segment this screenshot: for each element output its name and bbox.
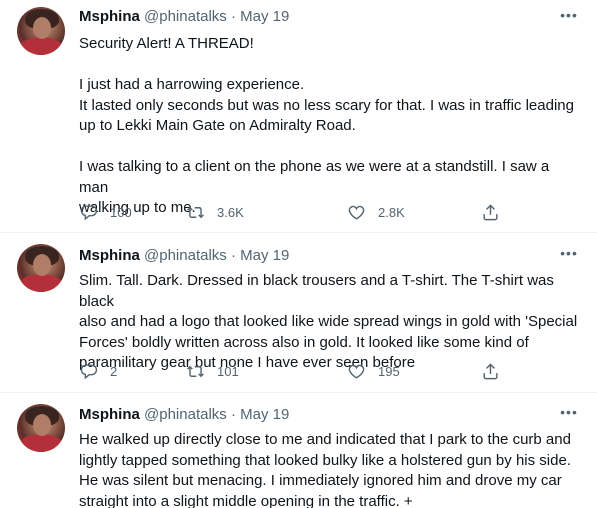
heart-icon: [348, 205, 365, 220]
heart-icon: [348, 364, 365, 379]
tweet-header: Msphina @phinatalks · May 19: [79, 405, 289, 425]
share-button[interactable]: [481, 200, 500, 224]
share-icon: [483, 203, 498, 220]
more-horizontal-icon[interactable]: •••: [559, 246, 579, 266]
share-button[interactable]: [481, 359, 500, 383]
display-name[interactable]: Msphina: [79, 406, 140, 423]
display-name[interactable]: Msphina: [79, 8, 140, 25]
tweet-text: Security Alert! A THREAD! I just had a h…: [79, 35, 574, 216]
reply-icon: [80, 204, 98, 220]
tweet[interactable]: Msphina @phinatalks · May 19 ••• He walk…: [0, 393, 597, 508]
tweet-header: Msphina @phinatalks · May 19: [79, 7, 289, 27]
reply-icon: [80, 363, 98, 379]
avatar[interactable]: [17, 404, 65, 452]
tweet-date[interactable]: May 19: [240, 8, 289, 25]
separator-dot: ·: [230, 8, 236, 25]
separator-dot: ·: [230, 406, 236, 423]
user-handle[interactable]: @phinatalks: [144, 247, 227, 264]
more-horizontal-icon[interactable]: •••: [559, 8, 579, 28]
tweet-actions: 100 3.6K 2.8K: [79, 200, 509, 224]
like-button[interactable]: 195: [347, 359, 400, 383]
more-horizontal-icon[interactable]: •••: [559, 405, 579, 425]
avatar[interactable]: [17, 244, 65, 292]
like-count: 195: [378, 363, 400, 379]
retweet-count: 3.6K: [217, 204, 244, 220]
separator-dot: ·: [230, 247, 236, 264]
reply-count: 2: [110, 363, 118, 379]
avatar[interactable]: [17, 7, 65, 55]
retweet-count: 101: [217, 363, 239, 379]
retweet-icon: [187, 206, 204, 218]
tweet-actions: 2 101 195: [79, 359, 509, 383]
user-handle[interactable]: @phinatalks: [144, 8, 227, 25]
tweet-header: Msphina @phinatalks · May 19: [79, 246, 289, 266]
retweet-button[interactable]: 101: [186, 359, 239, 383]
reply-count: 100: [110, 204, 132, 220]
user-handle[interactable]: @phinatalks: [144, 406, 227, 423]
reply-button[interactable]: 2: [79, 359, 117, 383]
tweet[interactable]: Msphina @phinatalks · May 19 ••• Slim. T…: [0, 233, 597, 393]
like-button[interactable]: 2.8K: [347, 200, 405, 224]
display-name[interactable]: Msphina: [79, 247, 140, 264]
share-icon: [483, 362, 498, 379]
like-count: 2.8K: [378, 204, 405, 220]
reply-button[interactable]: 100: [79, 200, 132, 224]
tweet-date[interactable]: May 19: [240, 406, 289, 423]
tweet-text: He walked up directly close to me and in…: [79, 431, 571, 508]
retweet-icon: [187, 365, 204, 377]
retweet-button[interactable]: 3.6K: [186, 200, 244, 224]
tweet-date[interactable]: May 19: [240, 247, 289, 264]
tweet[interactable]: Msphina @phinatalks · May 19 ••• Securit…: [0, 0, 597, 233]
